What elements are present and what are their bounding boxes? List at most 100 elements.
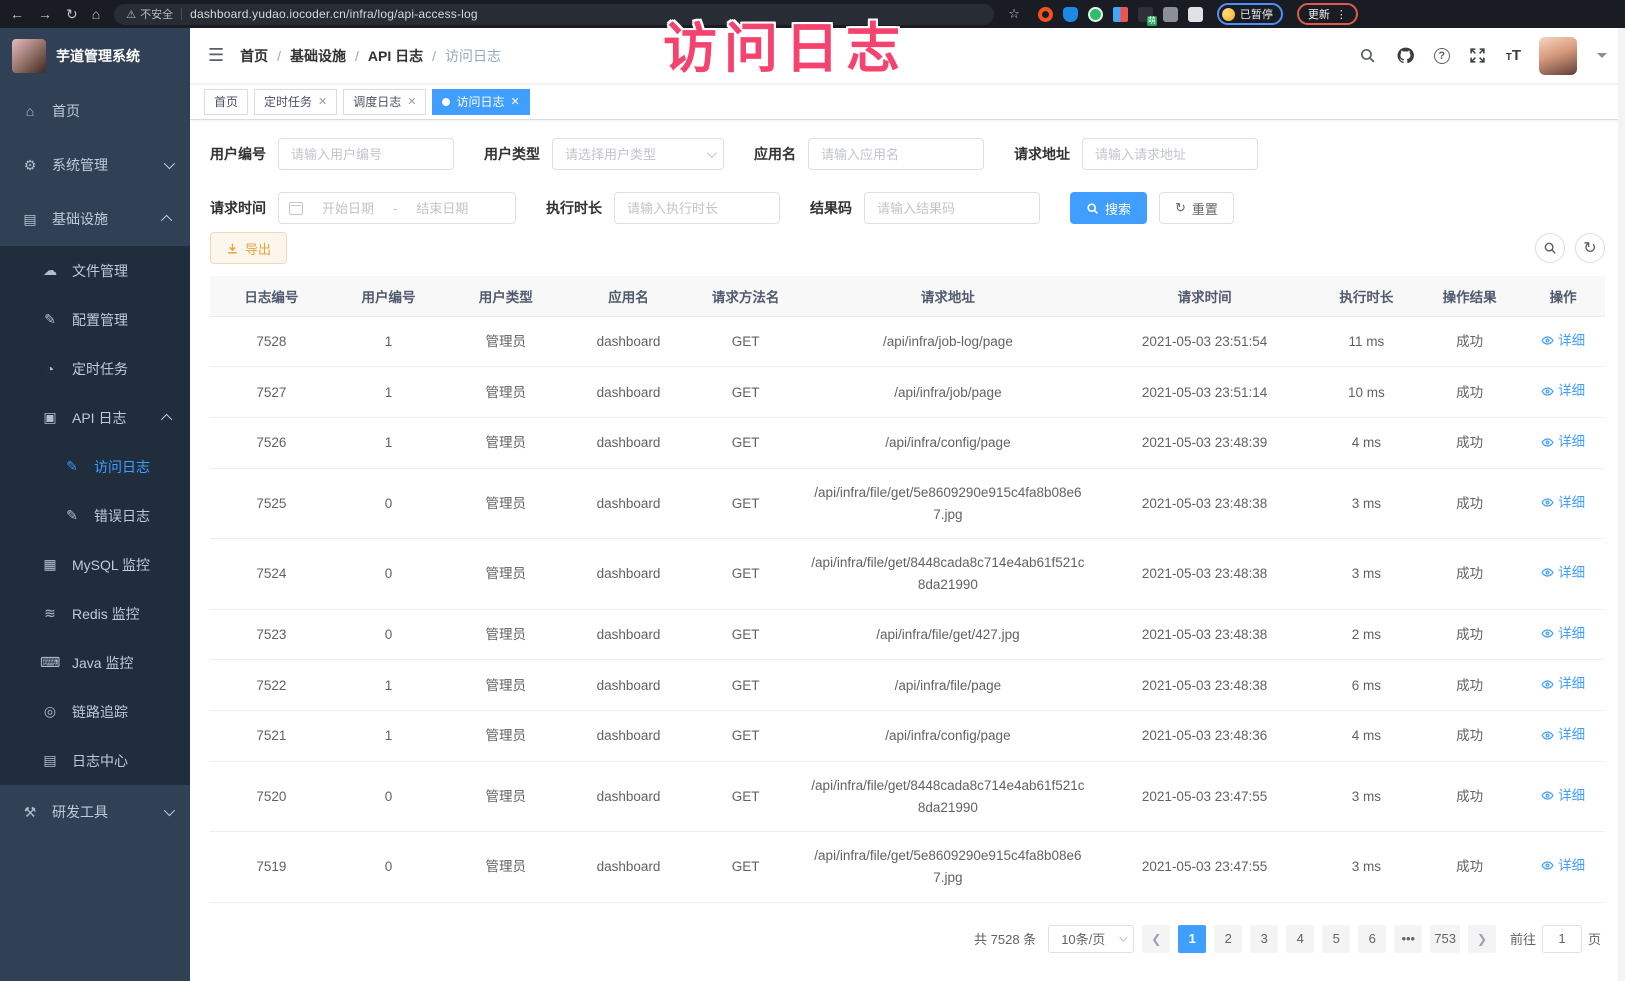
extension-icon-5[interactable]: 萌 xyxy=(1138,7,1153,22)
kebab-menu-icon[interactable]: ⋮ xyxy=(1336,8,1347,21)
tab-定时任务[interactable]: 定时任务 ✕ xyxy=(254,89,337,115)
page-button-4[interactable]: 4 xyxy=(1286,925,1314,953)
browser-forward-icon[interactable]: → xyxy=(38,7,52,21)
start-date-input[interactable] xyxy=(309,201,387,216)
end-date-input[interactable] xyxy=(403,201,481,216)
table-row: 75200管理员dashboardGET/api/infra/file/get/… xyxy=(210,762,1605,832)
tab-首页[interactable]: 首页 xyxy=(204,89,248,115)
paused-badge[interactable]: 已暂停 xyxy=(1217,3,1283,25)
tab-访问日志[interactable]: 访问日志✕ xyxy=(432,89,529,115)
detail-link[interactable]: 详细 xyxy=(1541,330,1585,352)
sidebar-item-redis[interactable]: ≋Redis 监控 xyxy=(0,589,190,638)
reset-button[interactable]: ↻ 重置 xyxy=(1159,192,1234,224)
next-page-button[interactable]: ❯ xyxy=(1468,925,1496,953)
sidebar-item-config[interactable]: ✎配置管理 xyxy=(0,295,190,344)
goto-page-input[interactable] xyxy=(1542,925,1582,953)
request-url-cell: /api/infra/config/page xyxy=(801,711,1094,762)
close-icon[interactable]: ✕ xyxy=(511,95,520,108)
request-time-cell: 2021-05-03 23:48:36 xyxy=(1094,711,1314,762)
detail-link[interactable]: 详细 xyxy=(1541,492,1585,514)
prev-page-button[interactable]: ❮ xyxy=(1142,925,1170,953)
page-button-3[interactable]: 3 xyxy=(1250,925,1278,953)
sidebar-item-home[interactable]: ⌂首页 xyxy=(0,84,190,138)
page-button-6[interactable]: 6 xyxy=(1358,925,1386,953)
sidebar-item-infra[interactable]: ▤基础设施 xyxy=(0,192,190,246)
tab-调度日志[interactable]: 调度日志✕ xyxy=(343,89,426,115)
breadcrumb-item[interactable]: 首页 xyxy=(240,46,268,66)
sidebar-item-java[interactable]: ⌨Java 监控 xyxy=(0,638,190,687)
extension-icon-4[interactable] xyxy=(1113,7,1128,22)
page-size-select[interactable]: 10条/页 xyxy=(1048,925,1134,953)
request-url-input[interactable] xyxy=(1082,138,1258,170)
browser-update-button[interactable]: 更新 ⋮ xyxy=(1297,3,1358,25)
duration-input[interactable] xyxy=(614,192,780,224)
close-icon[interactable]: ✕ xyxy=(407,95,416,108)
sidebar-item-tracer[interactable]: ◎链路追踪 xyxy=(0,687,190,736)
sidebar-item-dev-tools[interactable]: ⚒研发工具 xyxy=(0,785,190,839)
extension-icon-3[interactable] xyxy=(1088,7,1103,22)
page-button-753[interactable]: 753 xyxy=(1430,925,1460,953)
export-button[interactable]: 导出 xyxy=(210,232,287,264)
bookmark-star-icon[interactable]: ☆ xyxy=(1008,6,1020,22)
sidebar-item-log-center[interactable]: ▤日志中心 xyxy=(0,736,190,785)
extension-icon-6[interactable] xyxy=(1163,7,1178,22)
sidebar-item-file[interactable]: ☁文件管理 xyxy=(0,246,190,295)
detail-link[interactable]: 详细 xyxy=(1541,562,1585,584)
app-name-input[interactable] xyxy=(808,138,984,170)
search-button[interactable]: 搜索 xyxy=(1070,192,1147,224)
sidebar-item-error-log[interactable]: ✎错误日志 xyxy=(0,491,190,540)
sidebar-logo-row[interactable]: 芋道管理系统 xyxy=(0,28,190,84)
action-cell: 详细 xyxy=(1521,539,1605,609)
browser-reload-icon[interactable]: ↻ xyxy=(66,7,78,21)
breadcrumb-item[interactable]: 基础设施 xyxy=(290,46,346,66)
more-pages-button[interactable]: ••• xyxy=(1394,925,1422,953)
sidebar-item-job[interactable]: ◔定时任务 xyxy=(0,344,190,393)
chevron-down-icon[interactable] xyxy=(1597,53,1607,58)
not-secure-label[interactable]: ⚠不安全 xyxy=(126,6,173,22)
page-button-2[interactable]: 2 xyxy=(1214,925,1242,953)
page-button-5[interactable]: 5 xyxy=(1322,925,1350,953)
detail-link[interactable]: 详细 xyxy=(1541,673,1585,695)
timer-icon: ◔ xyxy=(40,361,60,377)
duration-cell: 3 ms xyxy=(1315,469,1418,539)
tab-label: 定时任务 xyxy=(264,93,312,110)
app-name-cell: dashboard xyxy=(567,609,690,660)
refresh-table-button[interactable]: ↻ xyxy=(1575,233,1605,263)
extension-icon-2[interactable] xyxy=(1063,7,1078,22)
column-header: 应用名 xyxy=(567,276,690,316)
result-code-input[interactable] xyxy=(864,192,1040,224)
sidebar-item-api-log[interactable]: ▣API 日志 xyxy=(0,393,190,442)
detail-link[interactable]: 详细 xyxy=(1541,380,1585,402)
page-button-1[interactable]: 1 xyxy=(1178,925,1206,953)
sidebar-item-mysql[interactable]: ▦MySQL 监控 xyxy=(0,540,190,589)
sidebar-item-access-log[interactable]: ✎访问日志 xyxy=(0,442,190,491)
extensions-puzzle-icon[interactable] xyxy=(1188,7,1203,22)
browser-back-icon[interactable]: ← xyxy=(10,7,24,21)
window-scrollbar[interactable] xyxy=(1618,28,1625,981)
hamburger-icon[interactable]: ☰ xyxy=(208,45,224,66)
browser-home-icon[interactable]: ⌂ xyxy=(92,7,100,21)
breadcrumb-separator: / xyxy=(355,48,359,64)
detail-link[interactable]: 详细 xyxy=(1541,724,1585,746)
user-id-input[interactable] xyxy=(278,138,454,170)
help-icon[interactable]: ? xyxy=(1434,48,1450,64)
doc-edit-icon: ✎ xyxy=(62,458,82,475)
github-icon[interactable] xyxy=(1396,46,1416,66)
sidebar-item-system[interactable]: ⚙系统管理 xyxy=(0,138,190,192)
breadcrumb-item[interactable]: API 日志 xyxy=(368,46,423,66)
date-range-picker[interactable]: - xyxy=(278,192,516,224)
detail-link[interactable]: 详细 xyxy=(1541,623,1585,645)
fullscreen-icon[interactable] xyxy=(1468,46,1488,66)
user-avatar[interactable] xyxy=(1539,37,1577,75)
detail-link[interactable]: 详细 xyxy=(1541,431,1585,453)
table-row: 75221管理员dashboardGET/api/infra/file/page… xyxy=(210,660,1605,711)
result-cell: 成功 xyxy=(1418,660,1521,711)
detail-link[interactable]: 详细 xyxy=(1541,785,1585,807)
toggle-search-button[interactable] xyxy=(1535,233,1565,263)
close-icon[interactable]: ✕ xyxy=(318,95,327,108)
font-size-icon[interactable]: TT xyxy=(1506,47,1521,64)
search-icon[interactable] xyxy=(1358,46,1378,66)
extension-icon-1[interactable] xyxy=(1038,7,1053,22)
user-type-select[interactable] xyxy=(552,138,724,170)
detail-link[interactable]: 详细 xyxy=(1541,855,1585,877)
